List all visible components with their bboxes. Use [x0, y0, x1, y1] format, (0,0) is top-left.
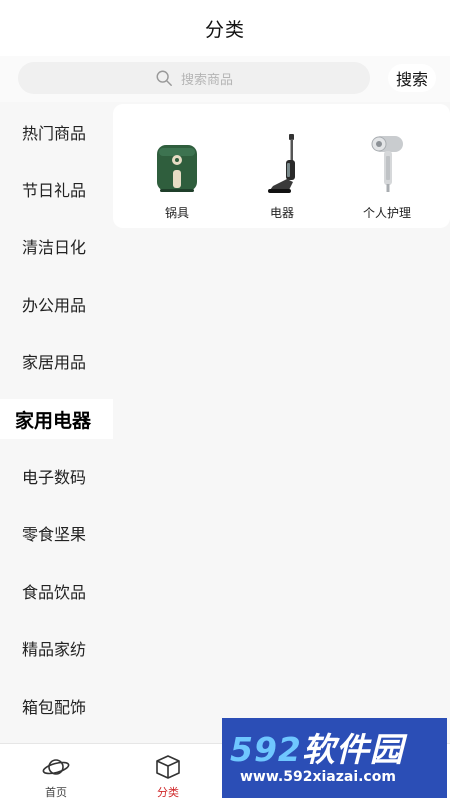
search-bar: 搜索商品 搜索 [0, 56, 450, 102]
search-input[interactable]: 搜索商品 [18, 62, 370, 94]
sidebar-item-snacks[interactable]: 零食坚果 [0, 513, 113, 553]
tab-label: 分类 [157, 786, 179, 799]
page-header: 分类 [0, 0, 450, 56]
site-watermark: 592软件园 www.592xiazai.com [222, 718, 447, 798]
tab-home[interactable]: 首页 [0, 744, 112, 800]
search-icon [156, 70, 172, 86]
sidebar-item-festival-gifts[interactable]: 节日礼品 [0, 169, 113, 209]
subcategory-cookware[interactable]: 锅具 [127, 132, 227, 222]
watermark-brand: 592软件园 [230, 731, 447, 769]
watermark-url: www.592xiazai.com [240, 769, 396, 785]
search-placeholder: 搜索商品 [180, 72, 233, 88]
planet-icon [42, 759, 70, 775]
subcategory-label: 个人护理 [362, 206, 411, 220]
subcategory-panel: 锅具 电器 个人护理 [113, 102, 450, 743]
sidebar-item-digital[interactable]: 电子数码 [0, 456, 113, 496]
sidebar-item-cleaning[interactable]: 清洁日化 [0, 226, 113, 266]
sidebar-item-food-drinks[interactable]: 食品饮品 [0, 571, 113, 611]
sidebar-item-hot[interactable]: 热门商品 [0, 112, 113, 152]
page-title: 分类 [204, 18, 245, 41]
search-button[interactable]: 搜索 [388, 64, 436, 92]
air-fryer-icon [157, 145, 197, 192]
tab-category[interactable]: 分类 [112, 744, 224, 800]
tab-label: 首页 [45, 786, 67, 799]
sidebar-item-home-goods[interactable]: 家居用品 [0, 341, 113, 381]
subcategory-label: 电器 [269, 206, 294, 220]
cube-icon [156, 755, 180, 779]
watermark-text: 软件园 [301, 730, 404, 769]
sidebar-item-textiles[interactable]: 精品家纺 [0, 628, 113, 668]
subcategory-personal-care[interactable]: 个人护理 [337, 132, 437, 222]
subcategory-appliances[interactable]: 电器 [232, 132, 332, 222]
sidebar-item-appliances[interactable]: 家用电器 [0, 399, 113, 439]
watermark-number: 592 [230, 730, 302, 769]
sidebar-item-bags[interactable]: 箱包配饰 [0, 686, 113, 726]
sidebar-item-office[interactable]: 办公用品 [0, 284, 113, 324]
hair-dryer-icon [371, 136, 403, 192]
floor-washer-icon [268, 134, 295, 193]
subcategory-card: 锅具 电器 个人护理 [113, 104, 450, 228]
subcategory-label: 锅具 [164, 206, 189, 220]
category-sidebar: 热门商品 节日礼品 清洁日化 办公用品 家居用品 家用电器 电子数码 零食坚果 … [0, 102, 113, 743]
